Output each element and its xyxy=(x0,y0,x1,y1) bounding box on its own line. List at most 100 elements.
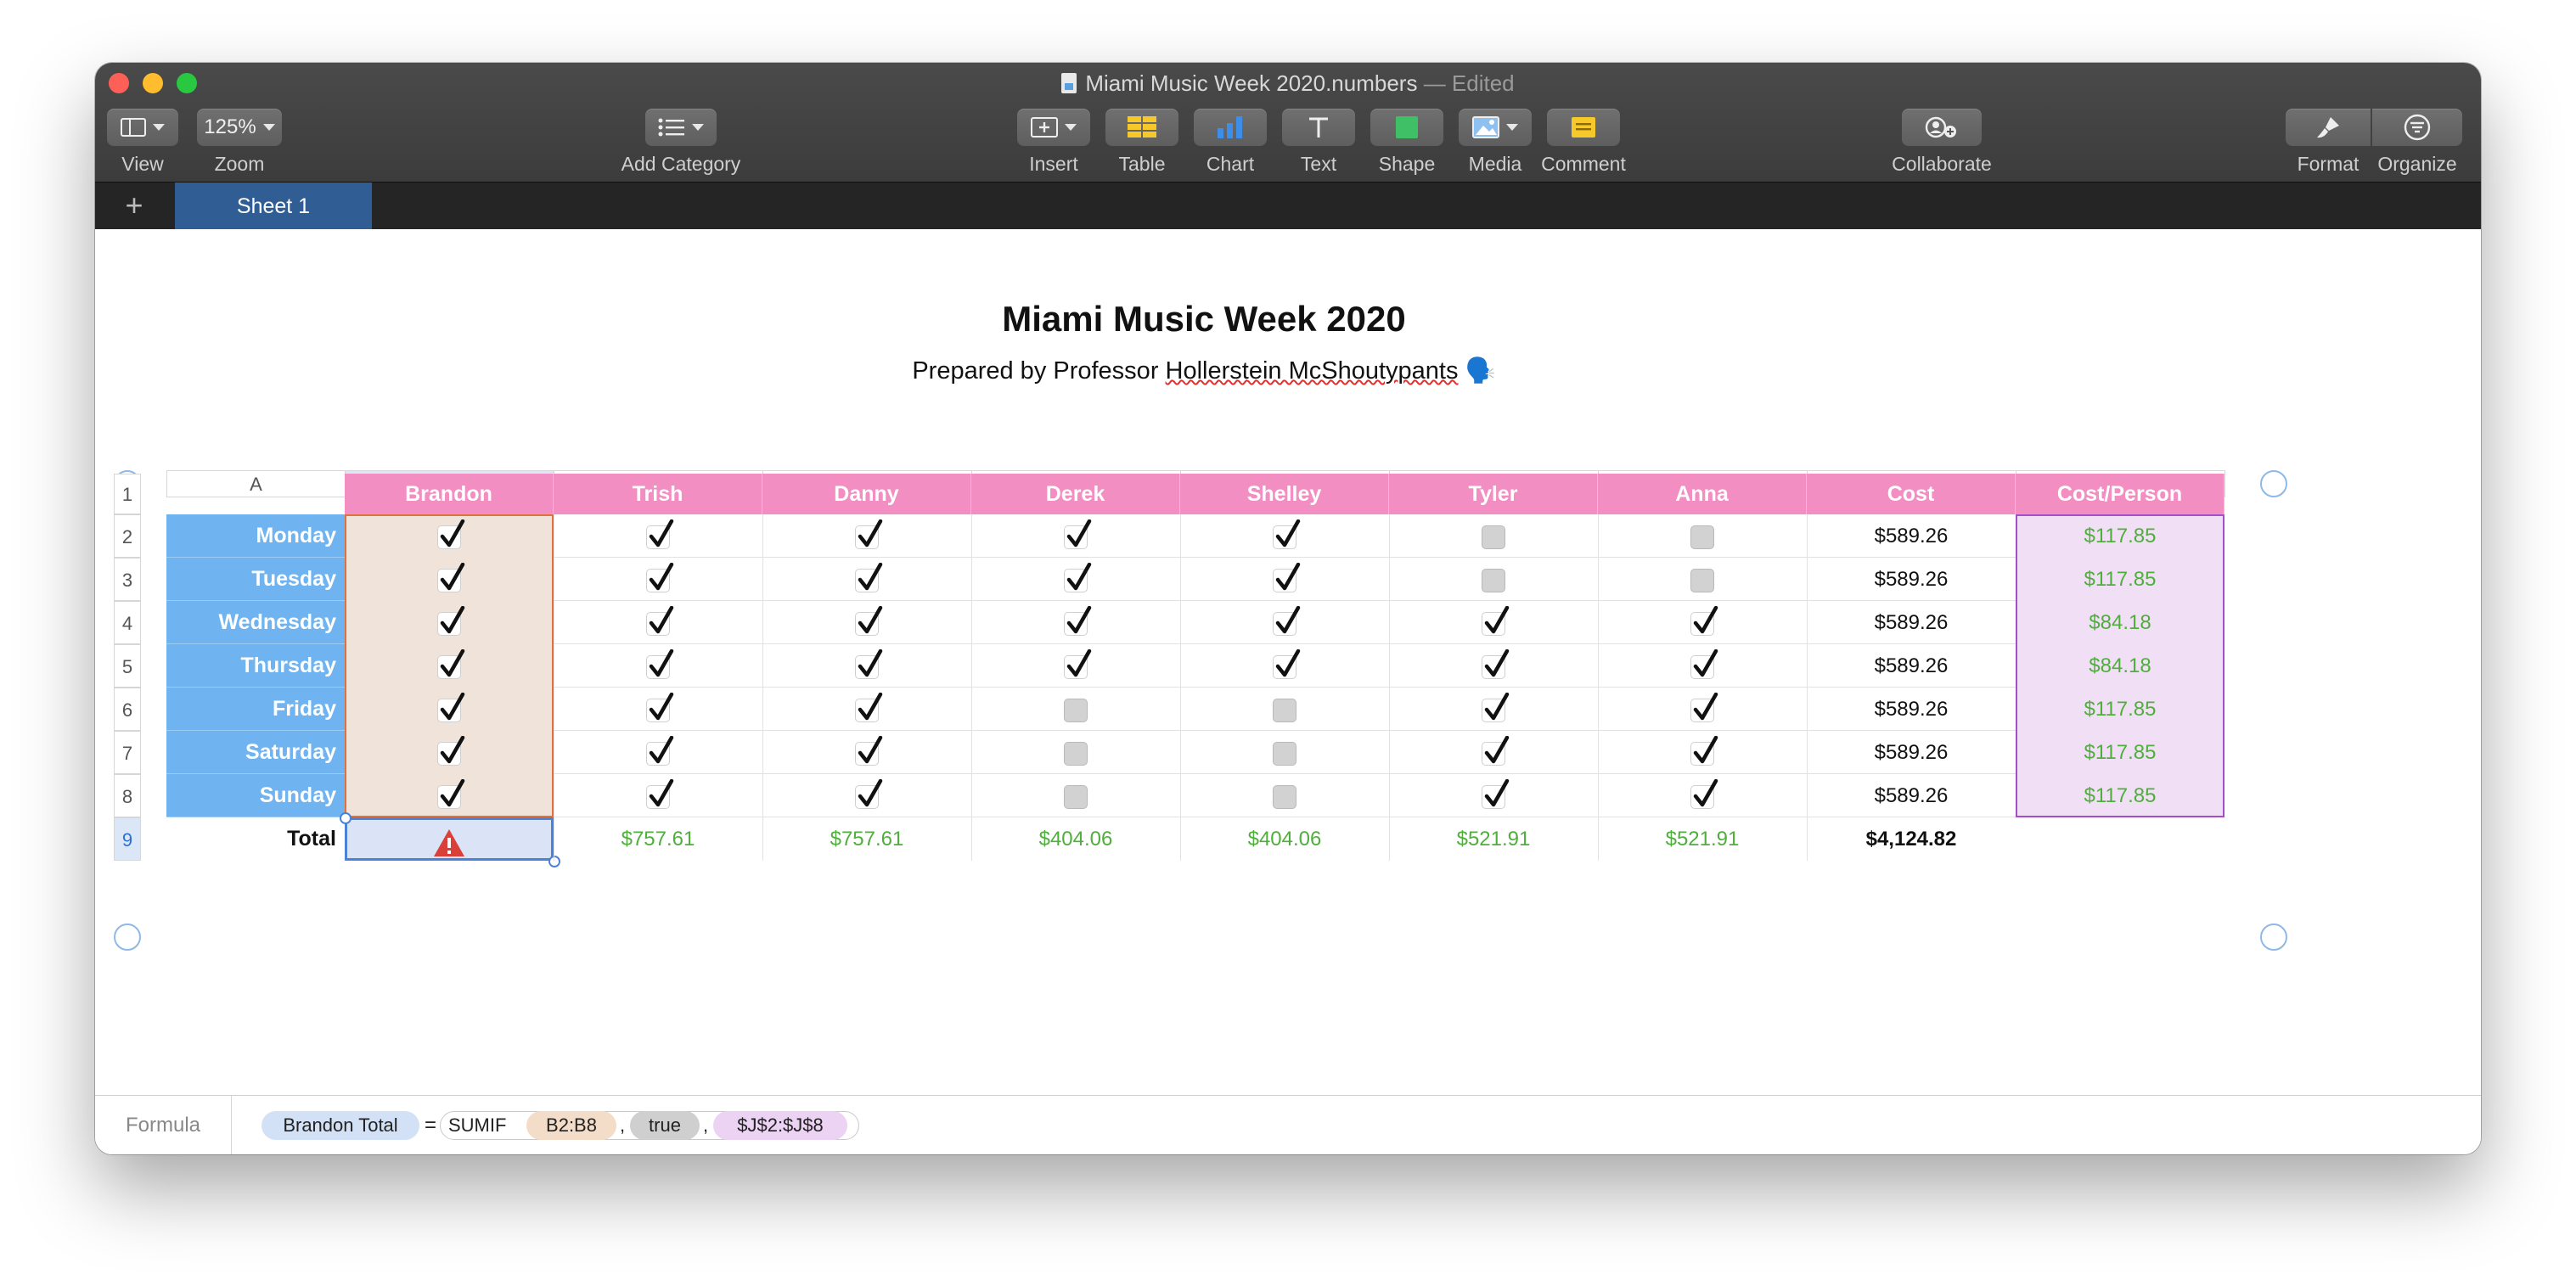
cost-cell[interactable]: $589.26 xyxy=(1807,774,2016,817)
row-header-9[interactable]: 9 xyxy=(114,817,141,861)
row-header-3[interactable]: 3 xyxy=(114,558,141,601)
checkbox-checked[interactable] xyxy=(1690,778,1718,809)
attendance-cell[interactable] xyxy=(1389,558,1598,601)
day-label-cell[interactable]: Monday xyxy=(166,514,345,558)
checkbox-checked[interactable] xyxy=(437,519,465,549)
checkbox-checked[interactable] xyxy=(1482,778,1510,809)
add-row-handle[interactable] xyxy=(114,924,141,951)
formula-bar[interactable]: Formula Brandon Total = SUMIF B2:B8 , tr… xyxy=(95,1095,2481,1154)
attendance-cell[interactable] xyxy=(1598,514,1807,558)
checkbox-unchecked[interactable] xyxy=(1064,698,1088,722)
cost-per-person-cell[interactable]: $117.85 xyxy=(2016,731,2224,774)
attendance-cell[interactable] xyxy=(1180,774,1389,817)
column-header-a[interactable]: A xyxy=(166,470,346,497)
attendance-cell[interactable] xyxy=(1598,688,1807,731)
header-cell[interactable]: Brandon xyxy=(345,474,554,514)
cost-per-person-cell[interactable]: $117.85 xyxy=(2016,558,2224,601)
checkbox-unchecked[interactable] xyxy=(1064,741,1088,766)
header-cell[interactable]: Cost xyxy=(1807,474,2016,514)
checkbox-checked[interactable] xyxy=(646,648,674,679)
checkbox-checked[interactable] xyxy=(855,562,883,592)
checkbox-checked[interactable] xyxy=(1690,735,1718,766)
attendance-cell[interactable] xyxy=(971,601,1180,644)
formula-sum-range-token[interactable]: $J$2:$J$8 xyxy=(713,1111,847,1140)
comment-button[interactable] xyxy=(1547,109,1620,146)
day-label-cell[interactable]: Friday xyxy=(166,688,345,731)
attendance-cell[interactable] xyxy=(1598,774,1807,817)
day-label-cell[interactable]: Tuesday xyxy=(166,558,345,601)
checkbox-checked[interactable] xyxy=(1273,605,1301,636)
cost-cell[interactable]: $589.26 xyxy=(1807,514,2016,558)
attendance-cell[interactable] xyxy=(971,731,1180,774)
checkbox-unchecked[interactable] xyxy=(1482,525,1505,549)
row-header-6[interactable]: 6 xyxy=(114,688,141,731)
checkbox-checked[interactable] xyxy=(1690,605,1718,636)
attendance-cell[interactable] xyxy=(554,774,762,817)
checkbox-checked[interactable] xyxy=(855,692,883,722)
attendance-cell[interactable] xyxy=(1180,644,1389,688)
checkbox-checked[interactable] xyxy=(1064,648,1092,679)
total-cell[interactable]: $521.91 xyxy=(1389,817,1598,861)
attendance-cell[interactable] xyxy=(554,558,762,601)
header-cell[interactable]: Danny xyxy=(762,474,971,514)
cost-per-person-cell[interactable]: $117.85 xyxy=(2016,514,2224,558)
row-header-1[interactable]: 1 xyxy=(114,474,141,514)
checkbox-checked[interactable] xyxy=(1482,648,1510,679)
checkbox-checked[interactable] xyxy=(855,735,883,766)
cost-cell[interactable]: $589.26 xyxy=(1807,558,2016,601)
cost-per-person-cell[interactable]: $117.85 xyxy=(2016,688,2224,731)
add-category-button[interactable] xyxy=(645,109,717,146)
checkbox-checked[interactable] xyxy=(855,519,883,549)
row-header-5[interactable]: 5 xyxy=(114,644,141,688)
checkbox-unchecked[interactable] xyxy=(1273,741,1296,766)
day-label-cell[interactable]: Wednesday xyxy=(166,601,345,644)
checkbox-checked[interactable] xyxy=(1064,605,1092,636)
checkbox-unchecked[interactable] xyxy=(1064,784,1088,809)
collaborate-button[interactable] xyxy=(1902,109,1982,146)
attendance-cell[interactable] xyxy=(762,774,971,817)
attendance-cell[interactable] xyxy=(345,644,554,688)
day-label-cell[interactable]: Sunday xyxy=(166,774,345,817)
attendance-cell[interactable] xyxy=(971,688,1180,731)
cost-cell[interactable]: $589.26 xyxy=(1807,688,2016,731)
checkbox-checked[interactable] xyxy=(1690,692,1718,722)
attendance-cell[interactable] xyxy=(971,644,1180,688)
checkbox-checked[interactable] xyxy=(1273,648,1301,679)
attendance-cell[interactable] xyxy=(345,514,554,558)
attendance-cell[interactable] xyxy=(1180,514,1389,558)
checkbox-checked[interactable] xyxy=(646,519,674,549)
attendance-cell[interactable] xyxy=(1598,558,1807,601)
attendance-cell[interactable] xyxy=(762,514,971,558)
cost-per-person-cell[interactable]: $84.18 xyxy=(2016,644,2224,688)
cost-per-person-cell[interactable]: $84.18 xyxy=(2016,601,2224,644)
brandon-total-cell[interactable] xyxy=(345,817,554,861)
formula-range-token[interactable]: B2:B8 xyxy=(526,1111,616,1140)
attendance-cell[interactable] xyxy=(971,514,1180,558)
attendance-cell[interactable] xyxy=(554,514,762,558)
attendance-cell[interactable] xyxy=(1180,688,1389,731)
attendance-cell[interactable] xyxy=(1389,731,1598,774)
attendance-cell[interactable] xyxy=(1598,731,1807,774)
checkbox-unchecked[interactable] xyxy=(1273,784,1296,809)
text-button[interactable] xyxy=(1282,109,1355,146)
checkbox-checked[interactable] xyxy=(1273,562,1301,592)
checkbox-checked[interactable] xyxy=(437,648,465,679)
row-header-8[interactable]: 8 xyxy=(114,774,141,817)
attendance-cell[interactable] xyxy=(1598,644,1807,688)
attendance-cell[interactable] xyxy=(345,731,554,774)
attendance-cell[interactable] xyxy=(1180,558,1389,601)
attendance-cell[interactable] xyxy=(762,688,971,731)
attendance-cell[interactable] xyxy=(554,644,762,688)
error-warning-icon[interactable] xyxy=(432,828,466,858)
checkbox-checked[interactable] xyxy=(1273,519,1301,549)
attendance-cell[interactable] xyxy=(762,644,971,688)
row-header-7[interactable]: 7 xyxy=(114,731,141,774)
checkbox-checked[interactable] xyxy=(437,778,465,809)
formula-name-token[interactable]: Brandon Total xyxy=(262,1111,419,1140)
cell-selection-handle[interactable] xyxy=(340,812,352,824)
checkbox-checked[interactable] xyxy=(1064,562,1092,592)
total-cell[interactable]: $404.06 xyxy=(1180,817,1389,861)
checkbox-unchecked[interactable] xyxy=(1690,525,1714,549)
total-label-cell[interactable]: Total xyxy=(166,817,345,861)
organize-button[interactable] xyxy=(2372,109,2462,146)
